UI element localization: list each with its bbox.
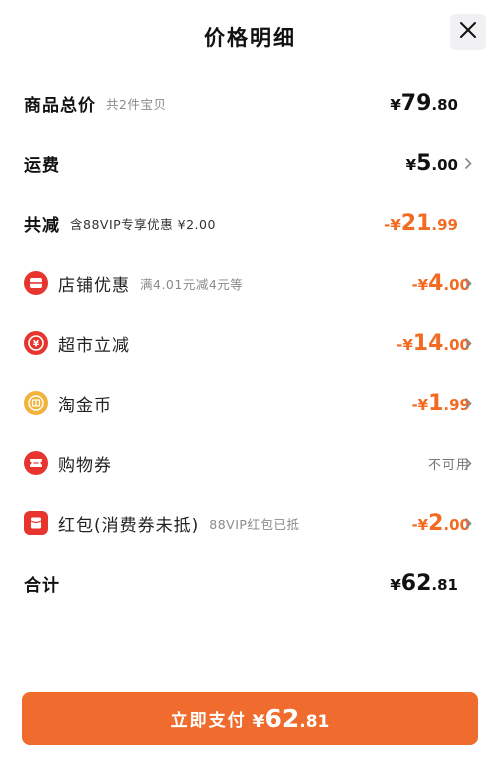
close-button[interactable] — [450, 14, 486, 50]
close-icon — [459, 21, 477, 43]
currency: -¥ — [411, 515, 429, 534]
amount-int: 21 — [400, 210, 432, 236]
amount-dec: .81 — [431, 575, 458, 594]
row-value: -¥ 4 .00 — [411, 263, 470, 303]
amount-int: 1 — [428, 390, 444, 416]
currency: ¥ — [390, 575, 401, 594]
row-label: 共减 — [24, 215, 60, 236]
amount-int: 14 — [412, 330, 444, 356]
chevron-right-icon — [464, 143, 472, 183]
amount-int: 79 — [400, 90, 432, 116]
red-packet-icon — [24, 511, 48, 535]
store-coupon-icon — [24, 271, 48, 295]
pay-button-amount: ¥ 62 .81 — [253, 704, 330, 733]
ticket-icon — [24, 451, 48, 475]
row-value: -¥ 1 .99 — [411, 383, 470, 423]
chevron-right-icon — [464, 263, 472, 303]
row-label: 商品总价 — [24, 95, 96, 116]
amount-dec: .00 — [431, 155, 458, 174]
amount-int: 5 — [416, 150, 432, 176]
row-label: 运费 — [24, 155, 60, 176]
currency: -¥ — [384, 215, 401, 234]
row-shipping[interactable]: 运费 ¥ 5 .00 — [0, 143, 500, 183]
amount-dec: .99 — [431, 215, 458, 234]
amount-int: 62 — [264, 704, 300, 733]
amount-int: 2 — [428, 510, 444, 536]
supermarket-discount-icon: ¥ — [24, 331, 48, 355]
row-red-packet[interactable]: 红包(消费券未抵) 88VIP红包已抵 -¥ 2 .00 — [0, 503, 500, 543]
row-label: 超市立减 — [58, 335, 130, 356]
row-store-discount[interactable]: 店铺优惠 满4.01元减4元等 -¥ 4 .00 — [0, 263, 500, 303]
row-value: -¥ 2 .00 — [411, 503, 470, 543]
row-value: ¥ 62 .81 — [390, 563, 458, 603]
amount-int: 4 — [428, 270, 444, 296]
currency: ¥ — [390, 95, 401, 114]
chevron-right-icon — [464, 503, 472, 543]
row-label: 购物券 — [58, 455, 112, 476]
row-sub: 满4.01元减4元等 — [140, 276, 244, 292]
row-value: ¥ 5 .00 — [406, 143, 458, 183]
chevron-right-icon — [464, 443, 472, 483]
chevron-right-icon — [464, 323, 472, 363]
row-label: 淘金币 — [58, 395, 112, 416]
row-supermarket-discount[interactable]: ¥ 超市立减 -¥ 14 .00 — [0, 323, 500, 363]
currency: -¥ — [411, 395, 429, 414]
row-label: 店铺优惠 — [58, 275, 130, 296]
page-title: 价格明细 — [204, 26, 296, 50]
gold-coin-icon — [24, 391, 48, 415]
amount-int: 62 — [400, 570, 432, 596]
row-sub: 共2件宝贝 — [106, 96, 167, 112]
pay-now-button[interactable]: 立即支付 ¥ 62 .81 — [22, 692, 478, 745]
svg-text:¥: ¥ — [33, 340, 40, 350]
currency: ¥ — [405, 155, 417, 174]
row-label: 合计 — [24, 575, 60, 596]
row-grand-total: 合计 ¥ 62 .81 — [0, 563, 500, 603]
row-label: 红包(消费券未抵) — [58, 515, 200, 536]
chevron-right-icon — [464, 383, 472, 423]
row-shopping-coupon[interactable]: 购物券 不可用 — [0, 443, 500, 483]
currency: ¥ — [252, 712, 265, 732]
price-detail-sheet: 价格明细 商品总价 共2件宝贝 ¥ 79 .80 运费 ¥ 5 .00 共减 含… — [0, 0, 500, 766]
amount-dec: .81 — [299, 712, 330, 732]
row-sub: 含88VIP专享优惠 ¥2.00 — [70, 216, 216, 232]
row-value: -¥ 14 .00 — [396, 323, 470, 363]
row-value: -¥ 21 .99 — [384, 203, 458, 243]
row-value: ¥ 79 .80 — [390, 83, 458, 123]
amount-dec: .80 — [431, 95, 458, 114]
currency: -¥ — [396, 335, 413, 354]
row-sub: 88VIP红包已抵 — [209, 516, 300, 532]
currency: -¥ — [411, 275, 429, 294]
row-total-goods: 商品总价 共2件宝贝 ¥ 79 .80 — [0, 83, 500, 123]
row-discount-total: 共减 含88VIP专享优惠 ¥2.00 -¥ 21 .99 — [0, 203, 500, 243]
row-gold-coin[interactable]: 淘金币 -¥ 1 .99 — [0, 383, 500, 423]
pay-button-label: 立即支付 — [170, 711, 247, 731]
